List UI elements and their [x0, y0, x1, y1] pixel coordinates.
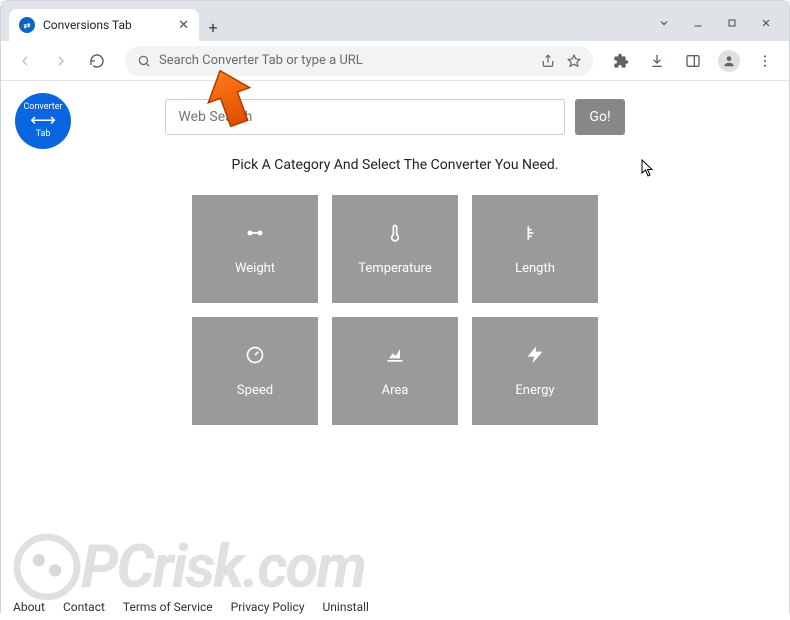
card-label: Temperature [358, 261, 431, 276]
card-speed[interactable]: Speed [192, 317, 318, 425]
card-energy[interactable]: Energy [472, 317, 598, 425]
downloads-icon[interactable] [643, 47, 671, 75]
web-search-input[interactable] [165, 99, 565, 135]
energy-icon [525, 345, 545, 365]
card-label: Length [515, 261, 555, 276]
profile-button[interactable] [715, 47, 743, 75]
close-tab-icon[interactable]: ✕ [178, 18, 189, 33]
chevron-down-icon[interactable] [649, 11, 679, 35]
card-label: Area [382, 383, 409, 398]
go-button[interactable]: Go! [575, 99, 624, 135]
converter-tab-logo: Converter ⟷ Tab [15, 93, 71, 149]
footer-privacy[interactable]: Privacy Policy [231, 600, 305, 614]
card-area[interactable]: Area [332, 317, 458, 425]
reload-button[interactable] [83, 47, 111, 75]
arrows-icon: ⟷ [30, 112, 56, 130]
card-label: Speed [237, 383, 273, 398]
card-label: Weight [235, 261, 275, 276]
address-bar[interactable]: Search Converter Tab or type a URL [125, 46, 593, 76]
footer-tos[interactable]: Terms of Service [123, 600, 213, 614]
browser-tab[interactable]: ⇄ Conversions Tab ✕ [9, 9, 199, 41]
sidepanel-icon[interactable] [679, 47, 707, 75]
ruler-icon [525, 223, 545, 243]
tab-favicon-icon: ⇄ [19, 17, 35, 33]
maximize-button[interactable] [717, 11, 747, 35]
bookmark-star-icon[interactable] [567, 54, 581, 68]
card-temperature[interactable]: Temperature [332, 195, 458, 303]
forward-button[interactable] [47, 47, 75, 75]
menu-button[interactable] [751, 47, 779, 75]
footer-links: About Contact Terms of Service Privacy P… [13, 600, 369, 614]
minimize-button[interactable] [683, 11, 713, 35]
thermometer-icon [385, 223, 405, 243]
browser-toolbar: Search Converter Tab or type a URL [1, 41, 789, 81]
tab-title: Conversions Tab [43, 18, 170, 32]
footer-contact[interactable]: Contact [63, 600, 105, 614]
search-icon [137, 54, 151, 68]
back-button[interactable] [11, 47, 39, 75]
share-icon[interactable] [541, 54, 555, 68]
footer-uninstall[interactable]: Uninstall [323, 600, 369, 614]
area-icon [385, 345, 405, 365]
card-label: Energy [515, 383, 554, 398]
category-prompt: Pick A Category And Select The Converter… [1, 157, 789, 173]
speed-icon [245, 345, 265, 365]
logo-line2: Tab [36, 130, 51, 139]
card-weight[interactable]: Weight [192, 195, 318, 303]
new-tab-button[interactable]: + [199, 13, 227, 41]
omnibox-placeholder: Search Converter Tab or type a URL [159, 53, 533, 68]
weight-icon [245, 223, 265, 243]
card-length[interactable]: Length [472, 195, 598, 303]
watermark: PCrisk.com [13, 531, 443, 602]
watermark-logo-icon [13, 533, 81, 601]
watermark-text: PCrisk.com [81, 531, 365, 602]
close-window-button[interactable] [751, 11, 781, 35]
page-content: Converter ⟷ Tab Go! Pick A Category And … [1, 81, 789, 620]
category-grid: Weight Temperature Length Speed Area Ene… [1, 195, 789, 425]
window-controls [649, 11, 781, 41]
window-titlebar: ⇄ Conversions Tab ✕ + [1, 1, 789, 41]
extensions-icon[interactable] [607, 47, 635, 75]
footer-about[interactable]: About [13, 600, 45, 614]
